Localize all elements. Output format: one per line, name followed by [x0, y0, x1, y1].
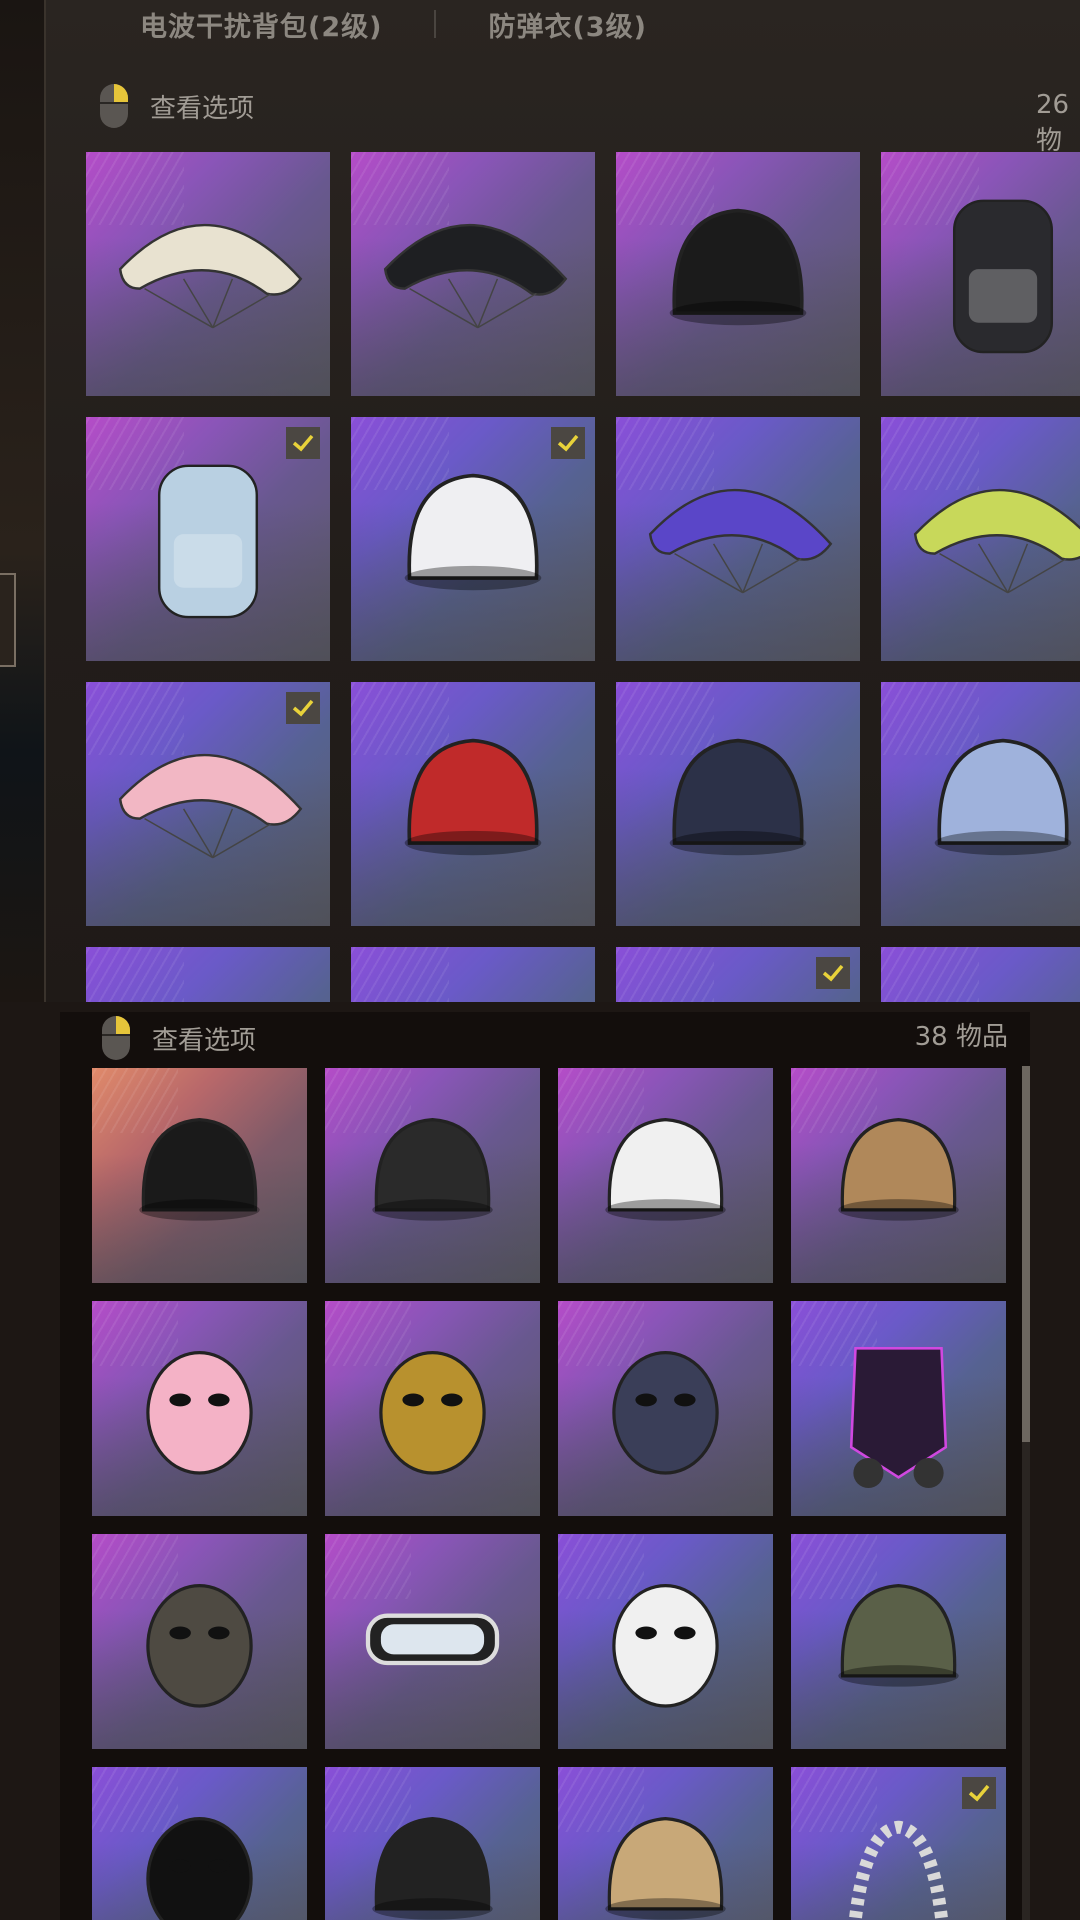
item-tile[interactable] — [881, 947, 1080, 1002]
top-inventory-panel: 电波干扰背包(2级) 防弹衣(3级) 查看选项 26 物 — [0, 0, 1080, 1002]
item-tile[interactable] — [351, 947, 595, 1002]
scrollbar-thumb[interactable] — [1022, 1066, 1030, 1442]
item-tile[interactable] — [351, 682, 595, 926]
item-count: 38 物品 — [914, 1022, 1008, 1052]
mouse-icon — [100, 84, 128, 128]
item-tile[interactable] — [86, 947, 330, 1002]
item-tile[interactable] — [325, 1068, 540, 1283]
item-tile[interactable] — [86, 682, 330, 926]
item-tile[interactable] — [86, 417, 330, 661]
item-tile[interactable] — [558, 1301, 773, 1516]
item-tile[interactable] — [92, 1068, 307, 1283]
checkmark-icon — [962, 1777, 996, 1809]
item-tile[interactable] — [616, 152, 860, 396]
item-tile[interactable] — [351, 417, 595, 661]
item-tile[interactable] — [881, 417, 1080, 661]
view-options-label: 查看选项 — [152, 1025, 257, 1056]
view-options-button[interactable]: 查看选项 — [102, 1016, 256, 1060]
item-tile[interactable] — [558, 1767, 773, 1920]
item-tile[interactable] — [92, 1767, 307, 1920]
item-tile[interactable] — [881, 152, 1080, 396]
item-tile[interactable] — [616, 417, 860, 661]
tab-body-armor[interactable]: 防弹衣(3级) — [488, 5, 646, 44]
item-tile[interactable] — [791, 1767, 1006, 1920]
mouse-icon — [102, 1016, 130, 1060]
checkmark-icon — [816, 957, 850, 989]
left-edge-panel — [0, 0, 46, 1002]
item-tile[interactable] — [92, 1534, 307, 1749]
item-tile[interactable] — [86, 152, 330, 396]
item-tile[interactable] — [791, 1301, 1006, 1516]
checkmark-icon — [286, 692, 320, 724]
item-tile[interactable] — [881, 682, 1080, 926]
tab-separator — [434, 10, 437, 38]
checkmark-icon — [551, 427, 585, 459]
left-edge-tab[interactable] — [0, 573, 16, 667]
item-tile[interactable] — [325, 1767, 540, 1920]
view-options-button[interactable]: 查看选项 — [100, 84, 254, 128]
tab-radio-jammer-backpack[interactable]: 电波干扰背包(2级) — [140, 5, 382, 44]
item-tile[interactable] — [92, 1301, 307, 1516]
item-tile[interactable] — [616, 947, 860, 1002]
item-tile[interactable] — [791, 1068, 1006, 1283]
category-tabs: 电波干扰背包(2级) 防弹衣(3级) — [140, 0, 647, 48]
item-tile[interactable] — [558, 1068, 773, 1283]
bottom-inventory-panel: 查看选项 38 物品 — [60, 1012, 1030, 1920]
item-tile[interactable] — [558, 1534, 773, 1749]
item-tile[interactable] — [325, 1301, 540, 1516]
item-tile[interactable] — [791, 1534, 1006, 1749]
item-count: 26 物 — [1036, 90, 1070, 156]
checkmark-icon — [286, 427, 320, 459]
view-options-label: 查看选项 — [150, 93, 255, 124]
item-tile[interactable] — [325, 1534, 540, 1749]
item-tile[interactable] — [351, 152, 595, 396]
item-tile[interactable] — [616, 682, 860, 926]
